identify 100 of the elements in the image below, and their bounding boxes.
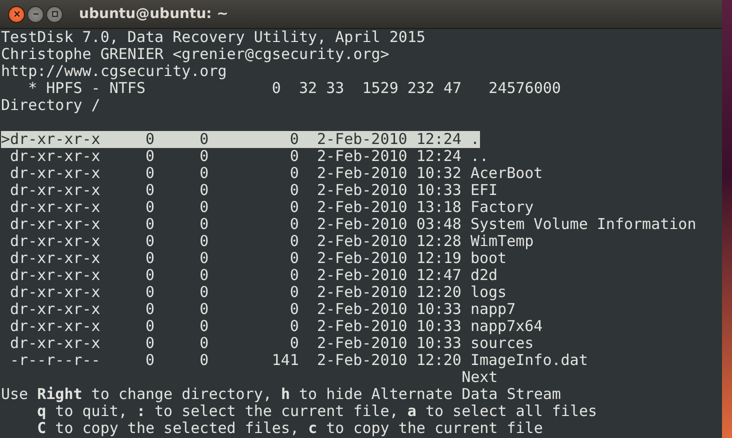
table-cell: 12:20 — [416, 352, 462, 369]
table-cell-text: 0 — [288, 199, 299, 216]
table-cell: 0 — [200, 267, 209, 284]
table-cell-text: 0 — [145, 131, 156, 148]
table-cell: 12:47 — [416, 267, 462, 284]
terminal-line: Directory / — [1, 97, 102, 114]
table-cell: 2-Feb-2010 — [317, 182, 408, 199]
file-row[interactable]: dr-xr-xr-x 0 0 0 2-Feb-2010 03:48 System Volume Information — [1, 216, 696, 233]
file-row[interactable]: dr-xr-xr-x 0 0 0 2-Feb-2010 13:18 Factory — [1, 199, 534, 216]
table-cell: 2-Feb-2010 — [317, 335, 408, 352]
table-cell: System Volume Information — [470, 216, 696, 233]
table-cell-text: dr-xr-xr-x — [10, 216, 102, 233]
table-cell: 2-Feb-2010 — [317, 250, 408, 267]
file-row[interactable]: dr-xr-xr-x 0 0 0 2-Feb-2010 10:33 napp7x64 — [1, 318, 543, 335]
table-cell: 12:24 — [416, 131, 462, 148]
table-cell-text: 0 — [288, 165, 299, 182]
file-row[interactable]: dr-xr-xr-x 0 0 0 2-Feb-2010 12:24 .. — [1, 148, 489, 165]
table-cell: 10:33 — [416, 335, 462, 352]
table-cell-text: 0 — [145, 182, 156, 199]
table-cell-text: 0 — [145, 233, 156, 250]
table-cell-text: 0 — [145, 335, 156, 352]
next-page-label[interactable]: Next — [462, 368, 498, 386]
table-cell-text: 0 — [288, 250, 299, 267]
table-cell: 2-Feb-2010 — [317, 165, 408, 182]
table-cell: 10:33 — [416, 318, 462, 335]
table-cell-text: 141 — [270, 352, 299, 369]
table-cell-text: 0 — [288, 148, 299, 165]
cursor-marker: > — [1, 131, 10, 148]
table-cell: EFI — [470, 182, 498, 199]
close-icon[interactable] — [8, 6, 25, 22]
terminal-line: Christophe GRENIER <grenier@cgsecurity.org> — [1, 46, 390, 63]
file-row[interactable]: dr-xr-xr-x 0 0 0 2-Feb-2010 12:47 d2d — [1, 267, 498, 284]
table-cell: 0 — [200, 131, 209, 148]
file-row[interactable]: >dr-xr-xr-x 0 0 0 2-Feb-2010 12:24 . — [1, 131, 480, 148]
table-cell: 03:48 — [416, 216, 462, 233]
table-cell: 12:24 — [416, 148, 462, 165]
table-cell: 0 — [200, 233, 209, 250]
table-cell: 12:19 — [416, 250, 462, 267]
table-cell-text: 0 — [288, 318, 299, 335]
table-cell-text: dr-xr-xr-x — [10, 182, 102, 199]
maximize-icon[interactable] — [46, 6, 63, 22]
file-row[interactable]: dr-xr-xr-x 0 0 0 2-Feb-2010 12:19 boot — [1, 250, 507, 267]
help-text: C to copy the selected files, c to copy the current file — [36, 420, 544, 437]
table-cell-text: 0 — [288, 233, 299, 250]
terminal-line: TestDisk 7.0, Data Recovery Utility, April 2015 — [1, 29, 426, 46]
table-cell-text: dr-xr-xr-x — [10, 318, 102, 335]
file-row[interactable]: dr-xr-xr-x 0 0 0 2-Feb-2010 10:33 napp7 — [1, 301, 516, 318]
file-row[interactable]: -r--r--r-- 0 0 141 2-Feb-2010 12:20 ImageInfo.dat — [1, 352, 588, 369]
file-row[interactable]: dr-xr-xr-x 0 0 0 2-Feb-2010 12:20 logs — [1, 284, 507, 301]
table-cell-text: -r--r--r-- — [10, 352, 102, 369]
table-cell: 2-Feb-2010 — [317, 318, 408, 335]
minimize-icon[interactable] — [27, 6, 44, 22]
file-row[interactable]: dr-xr-xr-x 0 0 0 2-Feb-2010 12:28 WimTemp — [1, 233, 534, 250]
table-cell: d2d — [470, 267, 498, 284]
table-cell: .. — [470, 148, 489, 165]
table-cell-text: 0 — [145, 250, 156, 267]
table-cell: 0 — [200, 199, 209, 216]
table-cell: 0 — [200, 301, 209, 318]
table-cell: ImageInfo.dat — [470, 352, 588, 369]
file-row[interactable]: dr-xr-xr-x 0 0 0 2-Feb-2010 10:32 AcerBoot — [1, 165, 543, 182]
table-cell: napp7 — [470, 301, 516, 318]
table-cell-text: dr-xr-xr-x — [10, 335, 102, 352]
table-cell: 0 — [200, 216, 209, 233]
table-cell: 0 — [200, 250, 209, 267]
window-title: ubuntu@ubuntu: ~ — [79, 6, 228, 22]
table-cell: 2-Feb-2010 — [317, 352, 408, 369]
table-cell-text: 0 — [145, 148, 156, 165]
table-cell-text: 0 — [145, 301, 156, 318]
file-row[interactable]: dr-xr-xr-x 0 0 0 2-Feb-2010 10:33 EFI — [1, 182, 498, 199]
file-row[interactable]: dr-xr-xr-x 0 0 0 2-Feb-2010 10:33 sources — [1, 335, 534, 352]
table-cell-text: 0 — [288, 335, 299, 352]
table-cell: 2-Feb-2010 — [317, 267, 408, 284]
terminal-line: * HPFS - NTFS 0 32 33 1529 232 47 24576000 — [28, 80, 562, 97]
table-cell: 10:32 — [416, 165, 462, 182]
table-cell: 10:33 — [416, 301, 462, 318]
table-cell: Factory — [470, 199, 534, 216]
table-cell-text: dr-xr-xr-x — [10, 284, 102, 301]
table-cell-text: dr-xr-xr-x — [10, 165, 102, 182]
table-cell-text: 0 — [288, 216, 299, 233]
table-cell: WimTemp — [470, 233, 534, 250]
table-cell: 2-Feb-2010 — [317, 199, 408, 216]
table-cell: boot — [470, 250, 507, 267]
table-cell-text: 0 — [145, 267, 156, 284]
table-cell-text: 0 — [288, 131, 299, 148]
table-cell-text: 0 — [145, 318, 156, 335]
table-cell-text: dr-xr-xr-x — [10, 250, 102, 267]
table-cell: 2-Feb-2010 — [317, 216, 408, 233]
table-cell: logs — [470, 284, 507, 301]
table-cell-text: 0 — [145, 352, 156, 369]
table-cell: napp7x64 — [470, 318, 543, 335]
table-cell: 13:18 — [416, 199, 462, 216]
table-cell: 0 — [200, 148, 209, 165]
table-cell-text: dr-xr-xr-x — [10, 233, 102, 250]
table-cell: sources — [470, 335, 534, 352]
table-cell-text: dr-xr-xr-x — [10, 148, 102, 165]
table-cell: 12:20 — [416, 284, 462, 301]
table-cell-text: 0 — [288, 301, 299, 318]
table-cell: 2-Feb-2010 — [317, 233, 408, 250]
table-cell-text: 0 — [145, 284, 156, 301]
table-cell: 2-Feb-2010 — [317, 131, 408, 148]
